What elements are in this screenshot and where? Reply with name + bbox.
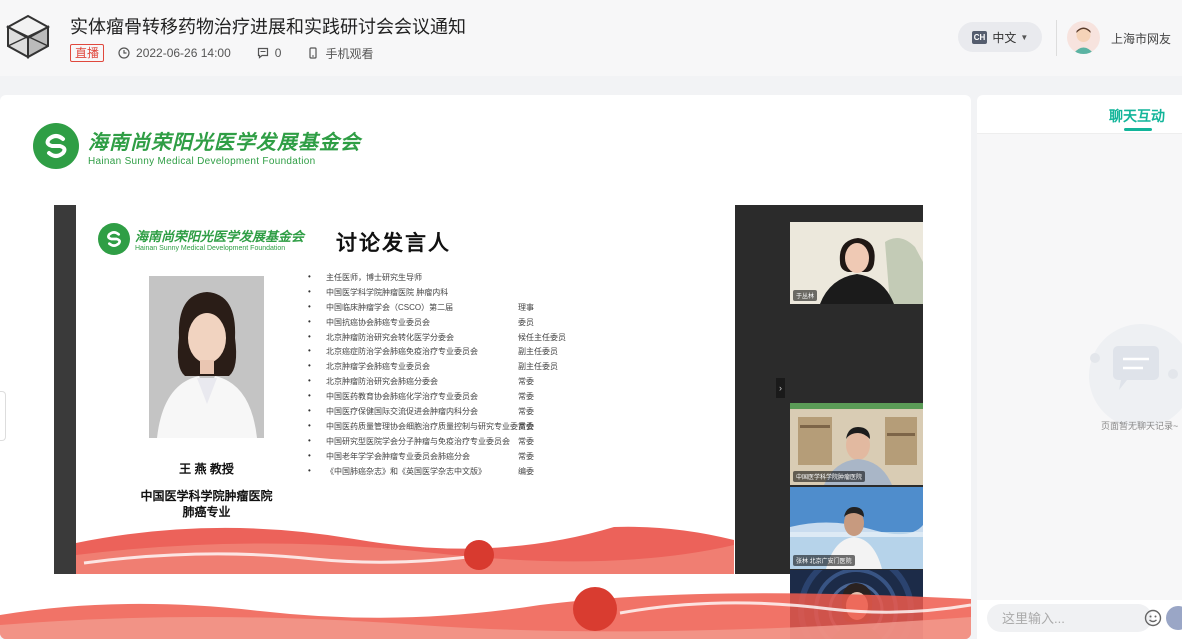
app-logo-icon[interactable] (4, 12, 52, 60)
credential-item: 主任医师，博士研究生导师 (308, 272, 608, 287)
credential-item: 北京癌症防治学会肺癌免疫治疗专业委员会 副主任委员 (308, 346, 608, 361)
mobile-watch-label: 手机观看 (325, 46, 374, 61)
credential-role: 副主任委员 (518, 347, 558, 357)
slide-heading: 讨论发言人 (336, 232, 451, 255)
credential-item: 中国医疗保健国际交流促进会肿瘤内科分会 常委 (308, 406, 608, 421)
language-code: CH (971, 30, 988, 44)
top-header: 实体瘤骨转移药物治疗进展和实践研讨会会议通知 直播 2022-06-26 14:… (0, 0, 1182, 76)
credential-role: 常委 (518, 436, 534, 446)
empty-chat-icon (1089, 324, 1182, 426)
start-datetime: 2022-06-26 14:00 (136, 46, 231, 60)
foundation-logo-icon (33, 123, 79, 169)
page-title: 实体瘤骨转移药物治疗进展和实践研讨会会议通知 (70, 17, 466, 37)
credential-text: 中国医疗保健国际交流促进会肿瘤内科分会 (326, 407, 478, 417)
credential-role: 副主任委员 (518, 362, 558, 372)
credential-item: 中国抗癌协会肺癌专业委员会 委员 (308, 317, 608, 332)
tab-chat[interactable]: 聊天互动 (1109, 106, 1165, 126)
credential-text: 北京肿瘤学会肺癌专业委员会 (326, 362, 430, 372)
username[interactable]: 上海市网友 (1111, 30, 1171, 47)
clock-icon (118, 47, 130, 59)
language-selector[interactable]: CH 中文 ▼ (958, 22, 1042, 52)
credential-role: 常委 (518, 392, 534, 402)
credential-text: 北京肿瘤防治研究会转化医学分委会 (326, 332, 454, 342)
credential-text: 中国临床肿瘤学会（CSCO）第二届 (326, 302, 454, 312)
empty-chat-text: 页面暂无聊天记录~ (1101, 421, 1179, 431)
datetime-item: 2022-06-26 14:00 (118, 46, 231, 60)
video-player[interactable]: 海南尚荣阳光医学发展基金会 Hainan Sunny Medical Devel… (0, 95, 971, 639)
credential-item: 北京肿瘤防治研究会转化医学分委会 候任主任委员 (308, 332, 608, 347)
credential-role: 常委 (518, 377, 534, 387)
credential-item: 《中国肺癌杂志》和《英国医学杂志中文版》 编委 (308, 466, 608, 481)
comment-item[interactable]: 0 (257, 46, 282, 60)
slide-logo-icon (98, 223, 130, 255)
credential-role: 候任主任委员 (518, 332, 566, 342)
comment-count: 0 (274, 46, 282, 60)
credential-text: 《中国肺癌杂志》和《英国医学杂志中文版》 (326, 466, 486, 476)
speaker-portrait (149, 276, 264, 438)
credential-role: 常委 (518, 451, 534, 461)
credential-role: 常委 (518, 421, 534, 431)
credential-text: 北京癌症防治学会肺癌免疫治疗专业委员会 (326, 347, 478, 357)
credential-role: 编委 (518, 466, 534, 476)
comment-icon (257, 47, 268, 59)
credential-text: 中国研究型医院学会分子肿瘤与免疫治疗专业委员会 (326, 436, 510, 446)
credential-item: 中国研究型医院学会分子肿瘤与免疫治疗专业委员会常委 (308, 436, 608, 451)
mobile-watch-item[interactable]: 手机观看 (307, 45, 373, 62)
chevron-right-icon[interactable]: › (776, 378, 785, 398)
participant-tile-1[interactable]: 于丛林 (790, 222, 923, 304)
participant-label: 于丛林 (793, 290, 818, 301)
credential-item: 中国老年学学会肿瘤专业委员会肺癌分会 常委 (308, 451, 608, 466)
credential-item: 中国医药质量管理协会细胞治疗质量控制与研究专业委员会常委 (308, 421, 608, 436)
foundation-name-en: Hainan Sunny Medical Development Foundat… (88, 155, 316, 167)
avatar[interactable] (1067, 21, 1100, 54)
chat-input[interactable] (987, 604, 1152, 632)
send-button[interactable] (1166, 606, 1182, 630)
slide-foundation-logo: 海南尚荣阳光医学发展基金会 Hainan Sunny Medical Devel… (98, 223, 304, 255)
credential-text: 主任医师，博士研究生导师 (326, 273, 422, 282)
participant-tile-3[interactable]: 张林 北京广安门医院 (790, 487, 923, 569)
credential-role: 委员 (518, 317, 534, 327)
credential-text: 中国抗癌协会肺癌专业委员会 (326, 317, 430, 327)
credential-item: 中国临床肿瘤学会（CSCO）第二届 理事 (308, 302, 608, 317)
foundation-logo: 海南尚荣阳光医学发展基金会 Hainan Sunny Medical Devel… (33, 123, 361, 169)
credential-role: 常委 (518, 407, 534, 417)
tab-active-indicator (1124, 128, 1152, 131)
chat-panel: 聊天互动 页面暂无聊天记录~ (977, 95, 1182, 639)
emoji-icon[interactable] (1144, 609, 1162, 627)
phone-icon (309, 47, 318, 59)
foundation-name-cn: 海南尚荣阳光医学发展基金会 (88, 129, 361, 154)
slide-logo-name-cn: 海南尚荣阳光医学发展基金会 (135, 230, 305, 245)
credential-item: 北京肿瘤学会肺癌专业委员会 副主任委员 (308, 361, 608, 376)
credential-item: 中国医药教育协会肺癌化学治疗专业委员会 常委 (308, 391, 608, 406)
participant-label: 中国医学科学院肿瘤医院 (793, 471, 866, 482)
header-divider (1056, 20, 1057, 56)
credential-item: 北京肿瘤防治研究会肺癌分委会 常委 (308, 376, 608, 391)
credential-text: 中国老年学学会肿瘤专业委员会肺癌分会 (326, 451, 470, 461)
credential-text: 中国医学科学院肿瘤医院 肿瘤内科 (326, 287, 449, 297)
chat-message-list[interactable] (977, 134, 1182, 600)
credential-list: 主任医师，博士研究生导师中国医学科学院肿瘤医院 肿瘤内科中国临床肿瘤学会（CSC… (308, 272, 608, 480)
side-handle[interactable] (0, 391, 6, 441)
credential-text: 中国医药质量管理协会细胞治疗质量控制与研究专业委员会 (326, 421, 534, 431)
participant-tile-2[interactable]: 中国医学科学院肿瘤医院 (790, 403, 923, 485)
meta-bar: 直播 2022-06-26 14:00 0 手机观看 (70, 44, 399, 62)
credential-role: 理事 (518, 302, 534, 312)
speaker-name: 王 燕 教授 (179, 462, 234, 476)
credential-item: 中国医学科学院肿瘤医院 肿瘤内科 (308, 287, 608, 302)
language-label: 中文 (992, 30, 1017, 45)
bottom-red-decoration (0, 587, 971, 639)
slide-logo-name-en: Hainan Sunny Medical Development Foundat… (135, 245, 286, 252)
live-badge: 直播 (70, 44, 105, 62)
credential-text: 北京肿瘤防治研究会肺癌分委会 (326, 377, 438, 387)
chevron-down-icon: ▼ (1020, 32, 1029, 42)
credential-text: 中国医药教育协会肺癌化学治疗专业委员会 (326, 392, 478, 402)
